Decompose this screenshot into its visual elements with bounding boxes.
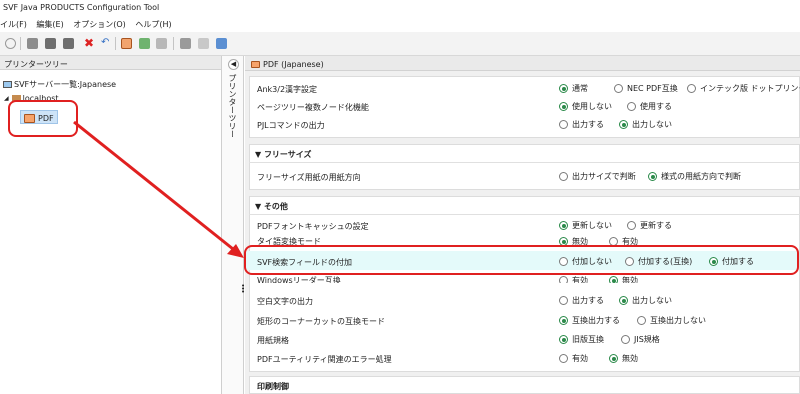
annotation-arrow-icon bbox=[73, 120, 244, 258]
